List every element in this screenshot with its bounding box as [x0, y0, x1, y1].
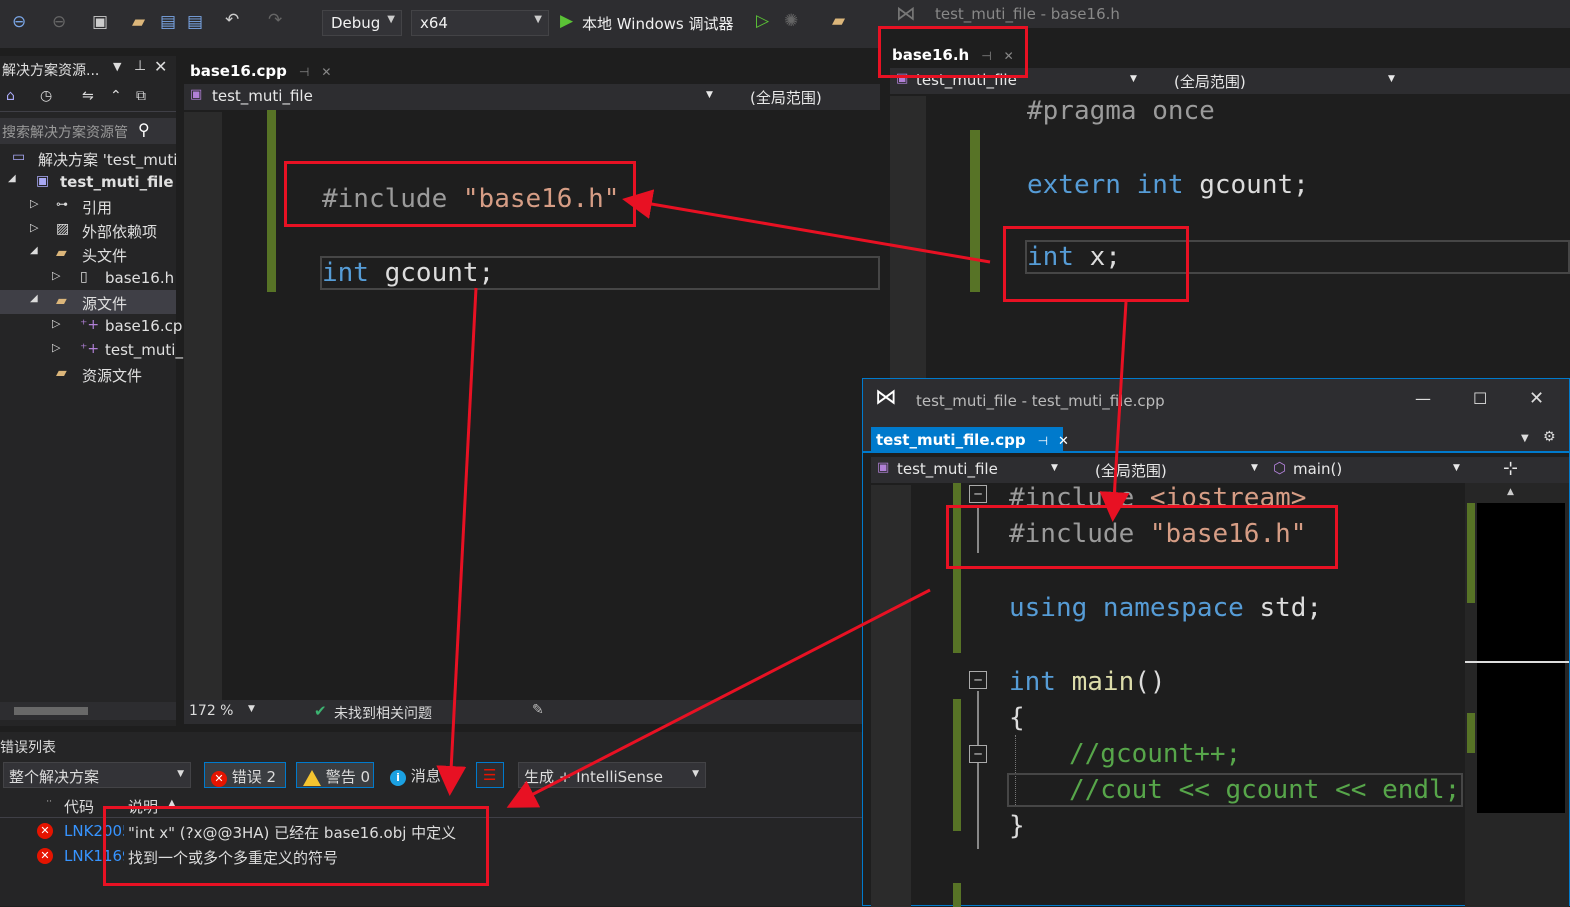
arrow-to-include: [622, 189, 991, 264]
arrow-to-errors-1: [436, 287, 478, 796]
arrow-to-errors-2: [506, 588, 931, 808]
annotation-arrows: [436, 189, 1130, 808]
arrow-to-main-include: [1099, 301, 1130, 522]
